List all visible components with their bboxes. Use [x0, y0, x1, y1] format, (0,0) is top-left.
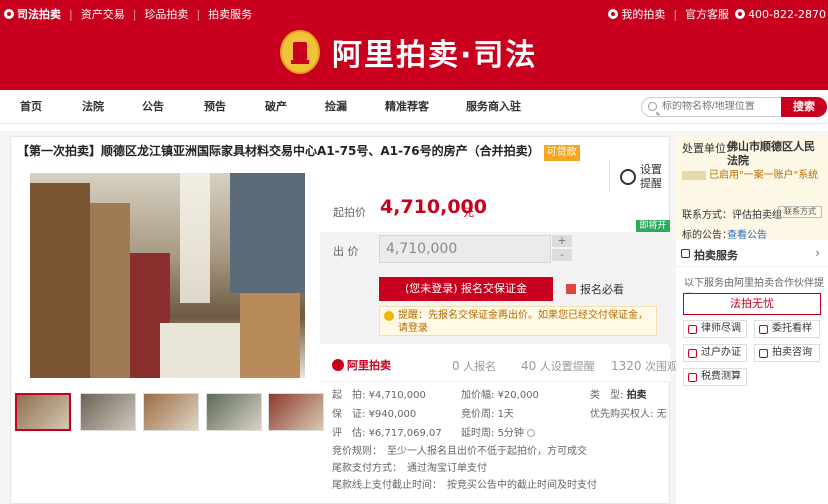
price-unit: 元 — [463, 206, 474, 219]
increase-button[interactable]: + — [552, 235, 572, 247]
thumbnail[interactable] — [15, 393, 71, 431]
nav-precise[interactable]: 精准荐客 — [385, 90, 429, 124]
divider — [609, 160, 610, 192]
link-asset-trade[interactable]: 资产交易 — [81, 6, 125, 22]
transfer-button[interactable]: 过户办证 — [683, 344, 747, 362]
phone-icon — [735, 9, 746, 19]
view-count: 1320 次围观 — [611, 359, 679, 373]
location-icon — [759, 325, 768, 334]
link-auction-service[interactable]: 拍卖服务 — [208, 6, 252, 22]
tax-calc-button[interactable]: 税费测算 — [683, 368, 747, 386]
site-logo[interactable]: 阿里拍卖·司法 — [280, 30, 537, 74]
info-delay: 延时周: 5分钟 — [461, 424, 536, 439]
org-label: 处置单位: — [682, 142, 730, 155]
customer-service-link[interactable]: 官方客服 — [685, 6, 729, 22]
info-deposit: 保 证: ¥940,000 — [332, 409, 417, 420]
user-icon — [608, 9, 619, 19]
chat-icon — [759, 349, 768, 358]
clock-icon — [620, 169, 636, 185]
service-header[interactable]: 拍卖服务 › — [676, 241, 828, 267]
search-button[interactable]: 搜索 — [781, 97, 827, 117]
calculator-icon — [688, 373, 697, 382]
banner: 阿里拍卖·司法 — [0, 28, 828, 90]
thumbnail[interactable] — [206, 393, 262, 431]
court-emblem-icon — [280, 30, 320, 74]
remind-label: 设置提醒 — [640, 163, 662, 190]
headset-icon — [681, 249, 690, 258]
contact-label: 联系方式：评估拍卖组 — [682, 210, 782, 221]
phone-number: 400-822-2870 — [748, 7, 826, 21]
info-deadline: 尾款线上支付截止时间： 按竞买公告中的截止时间及时支付 — [332, 480, 597, 491]
court-name-link[interactable]: 佛山市顺德区人民法院 — [727, 140, 825, 168]
status-badge: 即将开始 — [636, 220, 670, 243]
must-read-link[interactable]: 报名必看 — [566, 281, 624, 297]
search-input[interactable] — [662, 101, 772, 112]
ali-auction-logo: 阿里拍卖 — [332, 357, 391, 373]
thumbnail[interactable] — [143, 393, 199, 431]
lawyer-icon — [688, 325, 697, 334]
link-treasure-auction[interactable]: 珍品拍卖 — [144, 6, 188, 22]
info-start: 起 拍: ¥4,710,000 — [332, 390, 426, 401]
info-cycle: 竞价周: 1天 — [461, 409, 514, 420]
login-tip: 提醒：先报名交保证金再出价。如果您已经交付保证金，请登录 — [379, 306, 657, 336]
nav-preview[interactable]: 预告 — [204, 90, 226, 124]
lot-title: 【第一次拍卖】顺德区龙江镇亚洲国际家具材料交易中心A1-75号、A1-76号的房… — [17, 143, 607, 161]
nav-notice[interactable]: 公告 — [142, 90, 164, 124]
nav-court[interactable]: 法院 — [82, 90, 104, 124]
nav-bankruptcy[interactable]: 破产 — [265, 90, 287, 124]
thumbnail[interactable] — [268, 393, 324, 431]
view-notice-link[interactable]: 查看公告 — [727, 226, 767, 241]
nav-provider[interactable]: 服务商入驻 — [466, 90, 521, 124]
top-bar: 司法拍卖 | 资产交易 | 珍品拍卖 | 拍卖服务 我的拍卖 | 官方客服 40… — [0, 0, 828, 28]
info-priority: 优先购买权人: 无 — [590, 409, 667, 420]
bulb-icon — [384, 311, 394, 321]
offer-input[interactable]: 4,710,000 — [379, 235, 551, 263]
decrease-button[interactable]: - — [552, 249, 572, 261]
nav-bargain[interactable]: 捡漏 — [325, 90, 347, 124]
nav-home[interactable]: 首页 — [20, 90, 42, 124]
consult-button[interactable]: 拍卖咨询 — [754, 344, 820, 362]
signup-count: 0 人报名 — [452, 359, 497, 373]
search-icon — [648, 102, 657, 111]
info-payment: 尾款支付方式： 通过淘宝订单支付 — [332, 463, 487, 474]
main-photo[interactable] — [30, 173, 305, 378]
my-auction-link[interactable]: 我的拍卖 — [621, 6, 665, 22]
visit-sample-button[interactable]: 委托看样 — [754, 320, 820, 338]
loan-badge: 可贷款 — [543, 145, 580, 161]
brand-link[interactable]: 司法拍卖 — [4, 6, 61, 22]
offer-label: 出 价 — [333, 245, 359, 258]
info-increment: 加价幅: ¥20,000 — [461, 390, 539, 401]
lawyer-check-button[interactable]: 律师尽调 — [683, 320, 747, 338]
info-rule: 竞价规则： 至少一人报名且出价不低于起拍价，方可成交 — [332, 446, 587, 457]
start-price-label: 起拍价 — [333, 206, 366, 219]
contact-button[interactable]: 联系方式 — [778, 206, 822, 218]
worry-free-button[interactable]: 法拍无忧 — [683, 293, 821, 315]
set-reminder-button[interactable]: 设置提醒 — [620, 163, 664, 197]
signup-deposit-button[interactable]: (您未登录) 报名交保证金 — [379, 277, 553, 301]
reminder-count: 40 人设置提醒 — [521, 359, 595, 373]
one-account-badge: 已启用"一案一账户"系统 — [682, 169, 824, 182]
safe-badge-icon — [682, 170, 706, 180]
document-icon — [688, 349, 697, 358]
help-icon[interactable] — [527, 429, 536, 437]
info-appraisal: 评 估: ¥6,717,069.07 — [332, 428, 442, 439]
court-icon — [4, 9, 14, 19]
chevron-right-icon: › — [815, 246, 820, 260]
search-box: 搜索 — [641, 97, 827, 117]
thumbnail[interactable] — [80, 393, 136, 431]
info-type: 类 型: 拍卖 — [590, 390, 647, 401]
book-icon — [566, 284, 576, 294]
notice-label: 标的公告： — [682, 230, 732, 241]
